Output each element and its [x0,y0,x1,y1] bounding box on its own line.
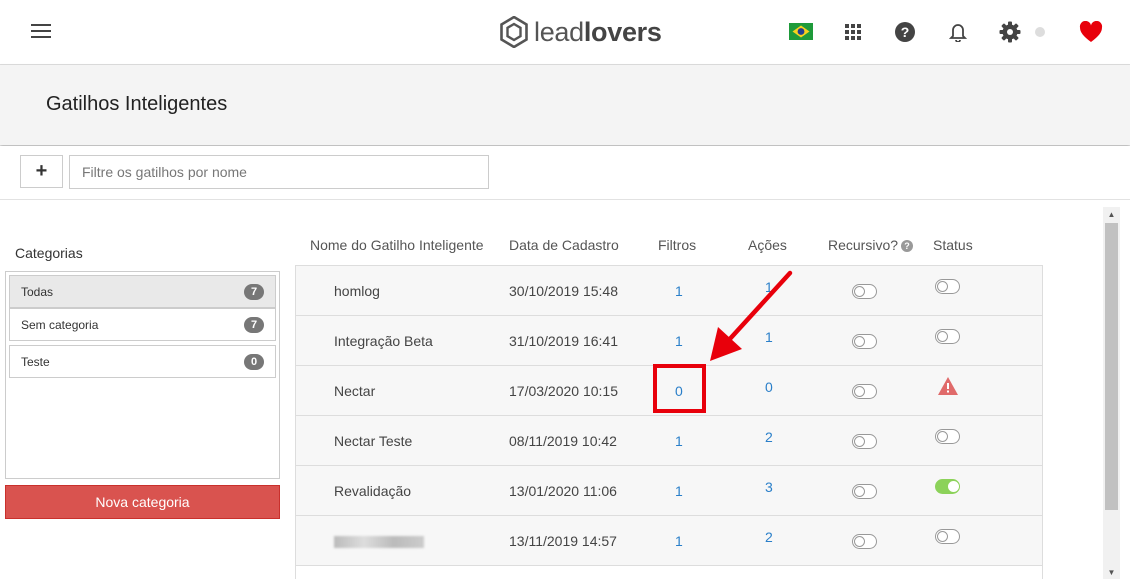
logo-text: leadlovers [534,16,662,47]
column-header-actions[interactable]: Ações [748,237,787,253]
toolbar: + [0,146,1130,200]
category-item-sem-categoria[interactable]: Sem categoria 7 [9,308,276,341]
trigger-actions-count[interactable]: 2 [765,429,773,445]
category-count-badge: 7 [244,316,264,333]
recursive-toggle[interactable] [852,484,877,499]
column-header-recursive-label: Recursivo? [828,237,899,253]
scroll-up-arrow-icon[interactable]: ▲ [1103,207,1120,221]
trigger-date: 30/10/2019 15:48 [509,283,618,299]
leadlovers-logo[interactable]: leadlovers [500,16,662,48]
page-title: Gatilhos Inteligentes [46,93,228,115]
status-toggle[interactable] [935,329,960,344]
trigger-name[interactable]: Integração Beta [334,333,433,349]
category-count-badge: 0 [244,353,264,370]
gear-icon[interactable] [998,20,1022,44]
trigger-actions-count[interactable]: 3 [765,479,773,495]
trigger-date: 13/01/2020 11:06 [509,483,617,499]
category-label: Teste [21,354,50,369]
scrollbar-thumb[interactable] [1105,223,1118,510]
table-row[interactable]: Revalidação 13/01/2020 11:06 1 3 [296,466,1042,516]
trigger-date: 31/10/2019 16:41 [509,333,618,349]
bell-icon[interactable] [946,20,970,44]
triggers-table: homlog 30/10/2019 15:48 1 1 Integração B… [295,265,1043,579]
vertical-scrollbar[interactable]: ▲ ▼ [1103,207,1120,579]
trigger-filters-count[interactable]: 1 [675,533,683,549]
trigger-name-redacted[interactable] [334,533,424,549]
annotation-arrow-icon [710,270,793,361]
table-row[interactable]: Integração Beta 31/10/2019 16:41 1 1 [296,316,1042,366]
category-label: Todas [21,284,54,299]
menu-icon[interactable] [31,24,51,40]
apps-grid-icon[interactable] [841,20,865,44]
trigger-name[interactable]: Nectar Teste [334,433,412,449]
category-label: Sem categoria [21,317,99,332]
trigger-filters-count[interactable]: 1 [675,483,683,499]
trigger-date: 17/03/2020 10:15 [509,383,618,399]
column-header-filters[interactable]: Filtros [658,237,696,253]
category-item-teste[interactable]: Teste 0 [9,345,276,378]
trigger-name[interactable]: Nectar [334,383,375,399]
categories-title: Categorias [15,245,83,261]
main-content: Categorias Todas 7 Sem categoria 7 Teste… [0,200,1130,579]
column-header-status[interactable]: Status [933,237,973,253]
trigger-name[interactable]: homlog [334,283,380,299]
column-header-date[interactable]: Data de Cadastro [509,237,619,253]
categories-panel: Todas 7 Sem categoria 7 Teste 0 [5,271,280,479]
logo-hexagon-icon [500,16,528,48]
recursive-toggle[interactable] [852,434,877,449]
online-status-dot [1035,27,1045,37]
table-row[interactable]: homlog 30/10/2019 15:48 1 1 [296,266,1042,316]
recursive-toggle[interactable] [852,284,877,299]
top-navbar: leadlovers ? [0,0,1130,65]
help-icon[interactable]: ? [893,20,917,44]
page-header: Gatilhos Inteligentes [0,65,1130,145]
trigger-filters-count[interactable]: 1 [675,333,683,349]
recursive-toggle[interactable] [852,334,877,349]
column-header-recursive[interactable]: Recursivo?? [828,237,914,253]
status-toggle[interactable] [935,279,960,294]
trigger-actions-count[interactable]: 0 [765,379,773,395]
heart-icon[interactable] [1079,20,1103,44]
column-header-name[interactable]: Nome do Gatilho Inteligente [310,237,484,253]
table-row[interactable]: Nectar Teste 08/11/2019 10:42 1 2 [296,416,1042,466]
status-toggle[interactable] [935,529,960,544]
svg-text:?: ? [901,24,910,40]
status-toggle[interactable] [935,429,960,444]
category-item-todas[interactable]: Todas 7 [9,275,276,308]
redacted-text [334,536,424,549]
trigger-name[interactable]: Revalidação [334,483,411,499]
warning-icon[interactable] [937,376,959,396]
brazil-flag-icon[interactable] [789,23,813,40]
category-count-badge: 7 [244,283,264,300]
recursive-help-icon[interactable]: ? [901,240,914,252]
table-row[interactable]: 13/11/2019 14:57 1 2 [296,516,1042,566]
annotation-highlight-box [653,364,706,413]
trigger-date: 08/11/2019 10:42 [509,433,617,449]
add-trigger-button[interactable]: + [20,155,63,188]
recursive-toggle[interactable] [852,534,877,549]
trigger-filters-count[interactable]: 1 [675,433,683,449]
recursive-toggle[interactable] [852,384,877,399]
filter-triggers-input[interactable] [69,155,489,189]
trigger-actions-count[interactable]: 2 [765,529,773,545]
status-toggle[interactable] [935,479,960,494]
scroll-down-arrow-icon[interactable]: ▼ [1103,565,1120,579]
trigger-filters-count[interactable]: 1 [675,283,683,299]
trigger-date: 13/11/2019 14:57 [509,533,617,549]
new-category-button[interactable]: Nova categoria [5,485,280,519]
